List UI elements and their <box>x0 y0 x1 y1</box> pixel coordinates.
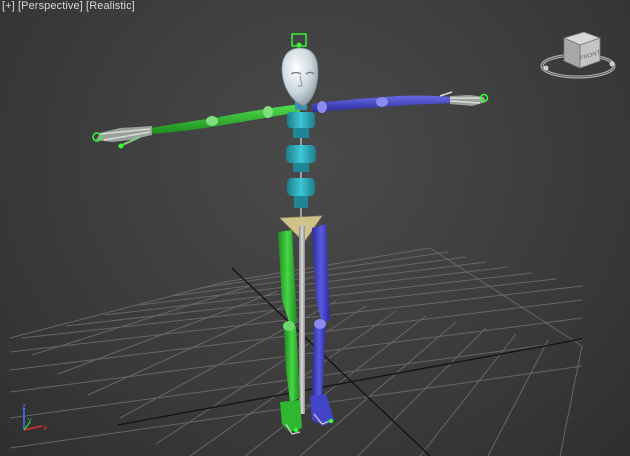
left-arm <box>92 104 300 149</box>
bip-center-rod <box>299 226 305 414</box>
z-axis-label: z <box>22 402 26 411</box>
right-arm <box>312 91 489 113</box>
scene-canvas[interactable] <box>0 0 630 456</box>
viewport-shading-label[interactable]: [Realistic] <box>86 0 135 12</box>
viewport-label-menu: [+] [Perspective] [Realistic] <box>2 0 135 12</box>
perspective-viewport[interactable]: [+] [Perspective] [Realistic] FRONT z x … <box>0 0 630 456</box>
viewport-plus-menu[interactable]: [+] <box>2 0 15 12</box>
axis-tripod-icon: z x y <box>22 402 47 432</box>
head <box>281 33 319 110</box>
viewcube-icon[interactable]: FRONT <box>538 28 620 84</box>
viewport-pov-label[interactable]: [Perspective] <box>18 0 83 12</box>
y-axis-label: y <box>28 417 32 424</box>
grid-axes <box>117 267 583 456</box>
x-axis-label: x <box>43 423 47 432</box>
right-leg <box>310 224 334 426</box>
spine <box>286 112 316 230</box>
